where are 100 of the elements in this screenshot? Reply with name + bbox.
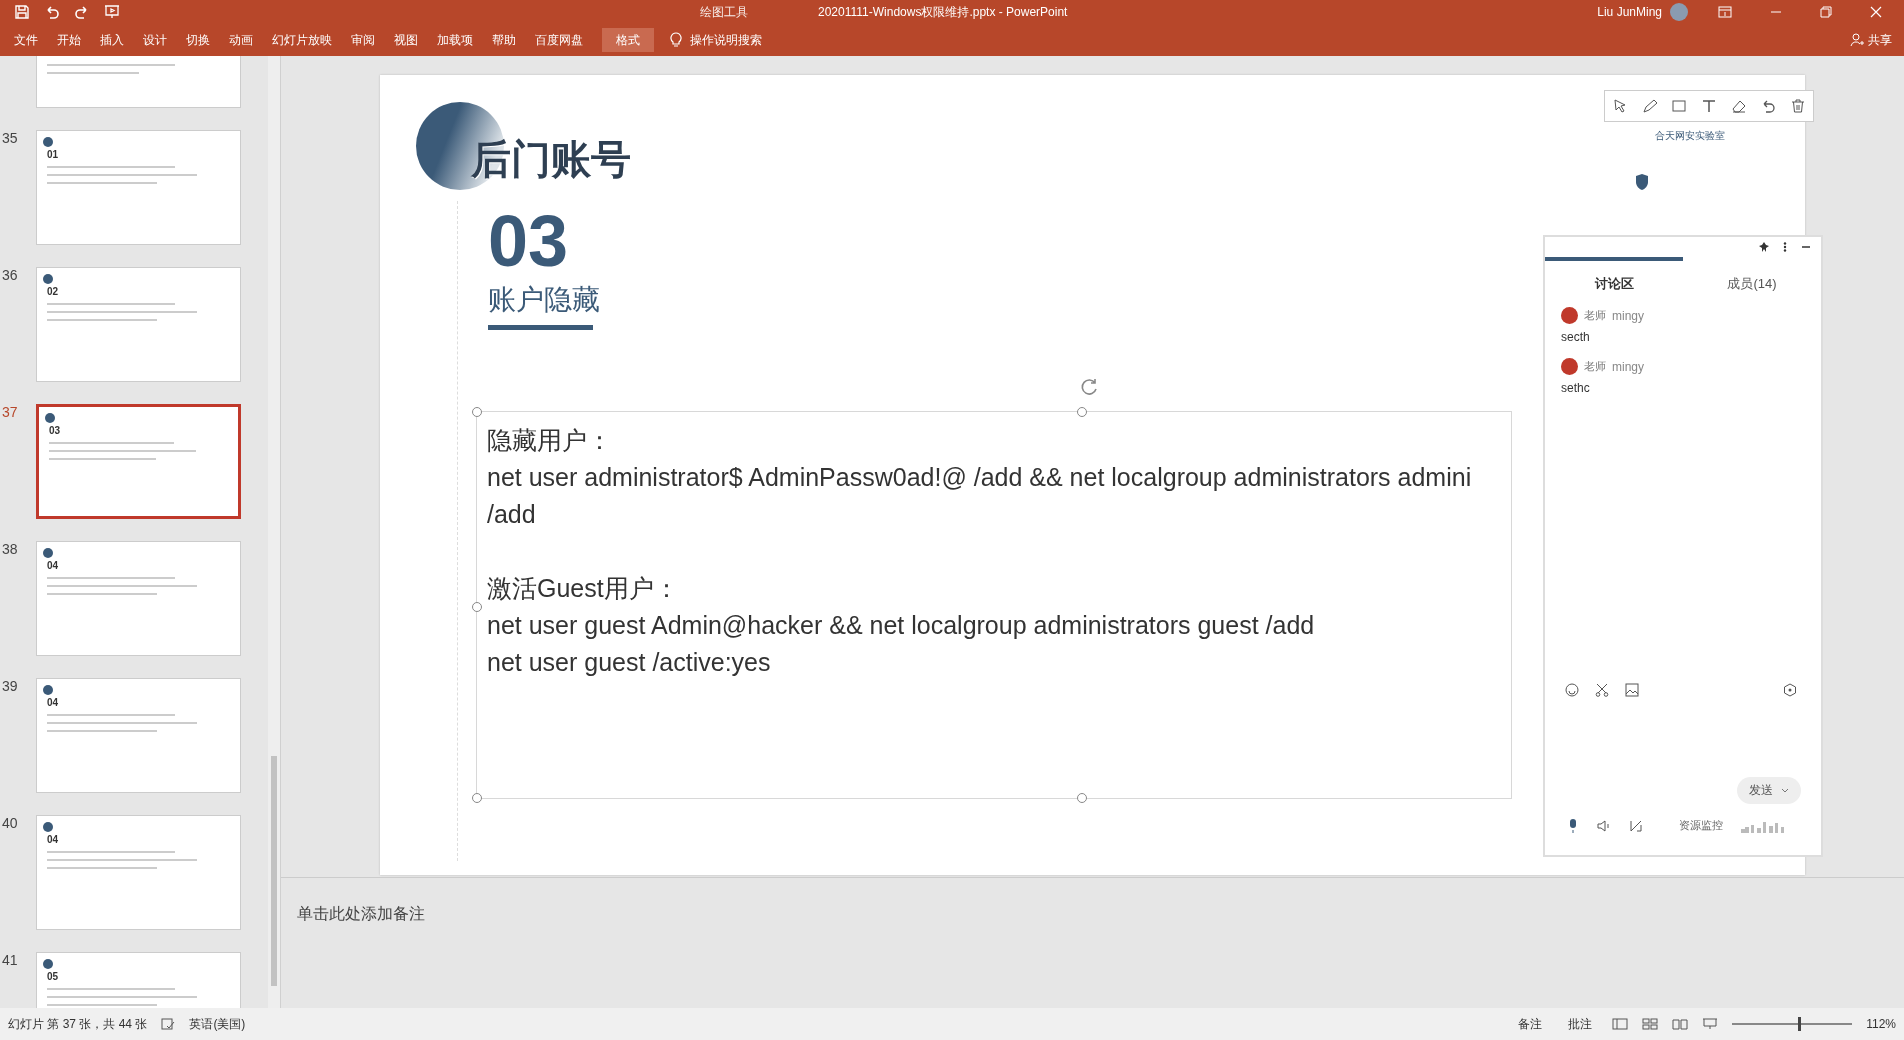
slideshow-icon[interactable] <box>1702 1018 1719 1030</box>
slide-thumbnail[interactable]: 04 <box>36 815 241 930</box>
lightbulb-icon <box>670 32 682 48</box>
context-tab-label: 绘图工具 <box>700 3 748 21</box>
thumbnail-heading: 02 <box>47 286 60 297</box>
circle-graphic <box>43 822 53 832</box>
circle-graphic <box>43 548 53 558</box>
more-icon[interactable] <box>1783 242 1787 252</box>
resource-monitor-label: 资源监控 <box>1679 818 1723 833</box>
pointer-icon[interactable] <box>1611 98 1628 114</box>
thumbnail-heading: 03 <box>49 425 62 436</box>
pin-icon[interactable] <box>1759 242 1769 252</box>
chat-tab[interactable]: 成员(14) <box>1683 257 1821 301</box>
ribbon-tab[interactable]: 切换 <box>186 28 225 52</box>
ribbon-tab[interactable]: 幻灯片放映 <box>272 28 347 52</box>
notes-placeholder[interactable]: 单击此处添加备注 <box>297 905 425 922</box>
thumbnail-heading: 04 <box>47 834 60 845</box>
ribbon-tab[interactable]: 百度网盘 <box>535 28 598 52</box>
slide-thumbnail[interactable]: 02 <box>36 267 241 382</box>
microphone-icon[interactable] <box>1567 818 1579 833</box>
brand-name: 合天网安实验室 <box>1655 129 1725 143</box>
person-add-icon <box>1850 33 1864 47</box>
ribbon-tab[interactable]: 视图 <box>394 28 433 52</box>
text-line: net user guest Admin@hacker && net localgroup administrators guest /add <box>487 610 1316 641</box>
image-icon[interactable] <box>1625 683 1639 697</box>
ribbon-tab[interactable]: 格式 <box>602 28 654 52</box>
thumbnail-heading: 04 <box>47 697 60 708</box>
slide-number: 36 <box>1 267 19 285</box>
resize-handle[interactable] <box>1077 793 1087 803</box>
share-button[interactable]: 共享 <box>1850 31 1892 49</box>
ribbon-tab[interactable]: 加载项 <box>437 28 488 52</box>
ribbon-tab[interactable]: 插入 <box>100 28 139 52</box>
zoom-level[interactable]: 112% <box>1866 1017 1896 1031</box>
slide-number: 41 <box>1 952 19 970</box>
notes-button[interactable]: 备注 <box>1512 1015 1549 1033</box>
circle-graphic <box>43 137 53 147</box>
resize-handle[interactable] <box>1077 407 1087 417</box>
circle-graphic <box>45 413 55 423</box>
send-button[interactable]: 发送 <box>1737 777 1801 804</box>
undo-icon[interactable] <box>44 4 60 20</box>
circle-graphic <box>43 274 53 284</box>
ribbon-tab[interactable]: 帮助 <box>492 28 531 52</box>
section-number: 03 <box>488 201 569 281</box>
text-line: net user guest /active:yes <box>487 647 772 678</box>
text-line: 激活Guest用户： <box>487 573 680 604</box>
chat-tab[interactable]: 讨论区 <box>1545 257 1683 301</box>
circle-graphic <box>43 685 53 695</box>
language-indicator[interactable]: 英语(美国) <box>189 1015 246 1033</box>
ribbon-tab[interactable]: 设计 <box>143 28 182 52</box>
scissors-icon[interactable] <box>1595 683 1609 697</box>
eraser-icon[interactable] <box>1730 98 1747 114</box>
resize-handle[interactable] <box>472 407 482 417</box>
save-icon[interactable] <box>14 4 30 20</box>
resize-handle[interactable] <box>472 793 482 803</box>
settings-icon[interactable] <box>1783 683 1797 697</box>
slide-thumbnail[interactable]: 04 <box>36 678 241 793</box>
slide-number: 40 <box>1 815 19 833</box>
restore-icon[interactable] <box>1820 6 1832 18</box>
text-line: 隐藏用户： <box>487 425 613 456</box>
normal-view-icon[interactable] <box>1612 1018 1629 1030</box>
ribbon-display-icon[interactable] <box>1718 6 1732 18</box>
slide-title: 后门账号 <box>471 136 631 183</box>
caret-icon[interactable] <box>1781 787 1789 794</box>
message-text: sethc <box>1561 381 1591 395</box>
zoom-slider[interactable] <box>1732 1017 1853 1031</box>
ribbon-tab[interactable]: 文件 <box>14 28 53 52</box>
resize-handle[interactable] <box>472 602 482 612</box>
message-text: secth <box>1561 330 1591 344</box>
trash-icon[interactable] <box>1790 98 1807 114</box>
ribbon-tab[interactable]: 审阅 <box>351 28 390 52</box>
slide-thumbnail[interactable]: 01 <box>36 130 241 245</box>
pen-icon[interactable] <box>1641 98 1658 114</box>
comments-button[interactable]: 批注 <box>1562 1015 1599 1033</box>
spellcheck-icon[interactable] <box>161 1018 176 1030</box>
text-tool-icon[interactable] <box>1700 98 1717 114</box>
slide-thumbnail[interactable] <box>36 56 241 108</box>
ribbon-tab[interactable]: 动画 <box>229 28 268 52</box>
circle-graphic <box>43 959 53 969</box>
role-tag: 老师 <box>1584 359 1606 374</box>
thumbnail-heading: 04 <box>47 560 60 571</box>
speaker-icon[interactable] <box>1597 818 1611 833</box>
slide-counter: 幻灯片 第 37 张，共 44 张 <box>8 1015 148 1033</box>
user-name[interactable]: Liu JunMing <box>1597 5 1662 19</box>
close-icon[interactable] <box>1870 6 1882 18</box>
reading-view-icon[interactable] <box>1672 1018 1689 1030</box>
thumbnail-heading: 01 <box>47 149 60 160</box>
emoji-icon[interactable] <box>1565 683 1579 697</box>
role-tag: 老师 <box>1584 308 1606 323</box>
slide-number: 38 <box>1 541 19 559</box>
ribbon-tab[interactable]: 开始 <box>57 28 96 52</box>
slide-sorter-icon[interactable] <box>1642 1018 1659 1030</box>
slide-thumbnail[interactable]: 03 <box>36 404 241 519</box>
redo-icon[interactable] <box>74 4 90 20</box>
slide-thumbnail[interactable]: 04 <box>36 541 241 656</box>
tell-me-search[interactable]: 操作说明搜索 <box>690 31 762 49</box>
sender-name: mingy <box>1612 359 1644 374</box>
window-title: 20201111-Windows权限维持.pptx - PowerPoint <box>818 3 1068 21</box>
text-line: /add <box>487 499 537 530</box>
slide-thumbnail[interactable]: 05 <box>36 952 241 1008</box>
scrollbar[interactable] <box>268 56 280 1008</box>
